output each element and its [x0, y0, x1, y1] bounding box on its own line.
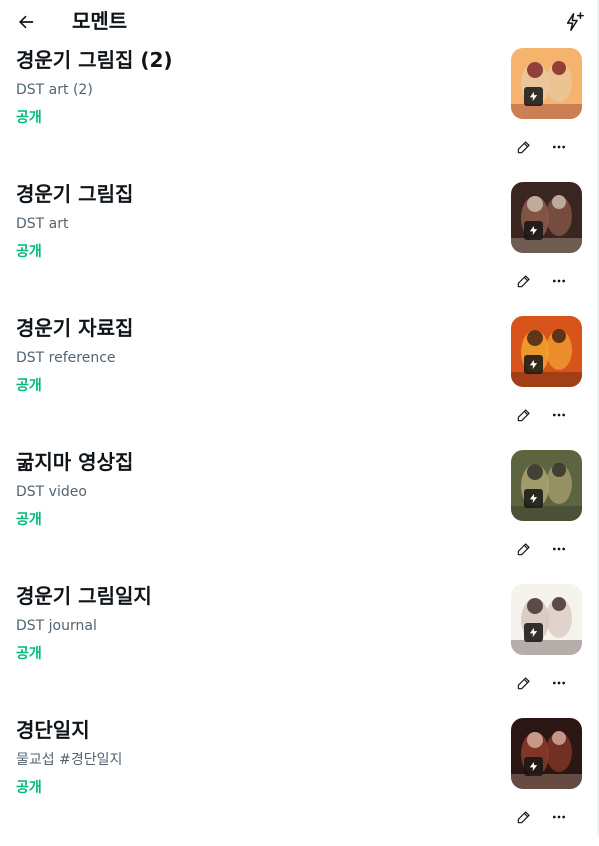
thumbnail-image — [511, 182, 582, 253]
moment-title[interactable]: 경단일지 — [16, 717, 90, 743]
edit-button[interactable] — [512, 537, 536, 561]
moment-item[interactable]: 경운기 그림집 DST art 공개 — [0, 176, 599, 310]
more-horizontal-icon — [553, 681, 565, 685]
moment-title[interactable]: 경운기 그림집 — [16, 181, 133, 207]
thumbnail-image — [511, 584, 582, 655]
lightning-icon — [524, 489, 543, 508]
moment-description: DST art — [16, 216, 69, 232]
moment-list: 경운기 그림집 (2) DST art (2) 공개 경운기 그림집 DST a… — [0, 42, 599, 846]
top-bar: 모멘트 — [0, 0, 599, 44]
moment-status: 공개 — [16, 378, 42, 394]
thumbnail-image — [511, 718, 582, 789]
moment-item[interactable]: 경단일지 물교섭 #경단일지 공개 — [0, 712, 599, 846]
edit-button[interactable] — [512, 403, 536, 427]
moment-description: 물교섭 #경단일지 — [16, 752, 123, 768]
edit-button[interactable] — [512, 805, 536, 829]
moment-title[interactable]: 경운기 그림집 (2) — [16, 47, 173, 73]
moment-thumbnail[interactable] — [511, 316, 582, 387]
edit-button[interactable] — [512, 269, 536, 293]
page-title: 모멘트 — [72, 9, 128, 33]
more-button[interactable] — [547, 805, 571, 829]
pencil-icon — [517, 677, 530, 690]
moment-item[interactable]: 경운기 자료집 DST reference 공개 — [0, 310, 599, 444]
moment-description: DST art (2) — [16, 82, 93, 98]
more-button[interactable] — [547, 135, 571, 159]
more-horizontal-icon — [553, 413, 565, 417]
arrow-left-icon — [19, 15, 34, 29]
back-button[interactable] — [10, 6, 42, 38]
moment-item[interactable]: 굶지마 영상집 DST video 공개 — [0, 444, 599, 578]
lightning-icon — [524, 221, 543, 240]
moment-status: 공개 — [16, 646, 42, 662]
moment-thumbnail[interactable] — [511, 182, 582, 253]
moment-status: 공개 — [16, 512, 42, 528]
pencil-icon — [517, 811, 530, 824]
lightning-icon — [524, 355, 543, 374]
moment-status: 공개 — [16, 780, 42, 796]
more-horizontal-icon — [553, 279, 565, 283]
thumbnail-image — [511, 450, 582, 521]
moment-description: DST reference — [16, 350, 116, 366]
lightning-icon — [524, 87, 543, 106]
moment-thumbnail[interactable] — [511, 584, 582, 655]
pencil-icon — [517, 409, 530, 422]
more-horizontal-icon — [553, 815, 565, 819]
moment-status: 공개 — [16, 244, 42, 260]
moment-thumbnail[interactable] — [511, 450, 582, 521]
edit-button[interactable] — [512, 671, 536, 695]
more-button[interactable] — [547, 671, 571, 695]
lightning-icon — [524, 623, 543, 642]
edit-button[interactable] — [512, 135, 536, 159]
lightning-icon — [524, 757, 543, 776]
moment-thumbnail[interactable] — [511, 48, 582, 119]
sparkle-lightning-icon — [566, 12, 584, 31]
more-horizontal-icon — [553, 145, 565, 149]
thumbnail-image — [511, 48, 582, 119]
pencil-icon — [517, 543, 530, 556]
pencil-icon — [517, 275, 530, 288]
moment-thumbnail[interactable] — [511, 718, 582, 789]
moment-item[interactable]: 경운기 그림집 (2) DST art (2) 공개 — [0, 42, 599, 176]
more-horizontal-icon — [553, 547, 565, 551]
pencil-icon — [517, 141, 530, 154]
more-button[interactable] — [547, 403, 571, 427]
moment-status: 공개 — [16, 110, 42, 126]
more-button[interactable] — [547, 269, 571, 293]
moment-item[interactable]: 경운기 그림일지 DST journal 공개 — [0, 578, 599, 712]
thumbnail-image — [511, 316, 582, 387]
moment-description: DST journal — [16, 618, 97, 634]
moment-title[interactable]: 굶지마 영상집 — [16, 449, 133, 475]
moment-description: DST video — [16, 484, 87, 500]
moment-title[interactable]: 경운기 자료집 — [16, 315, 133, 341]
moment-title[interactable]: 경운기 그림일지 — [16, 583, 152, 609]
create-moment-button[interactable] — [558, 6, 590, 38]
more-button[interactable] — [547, 537, 571, 561]
